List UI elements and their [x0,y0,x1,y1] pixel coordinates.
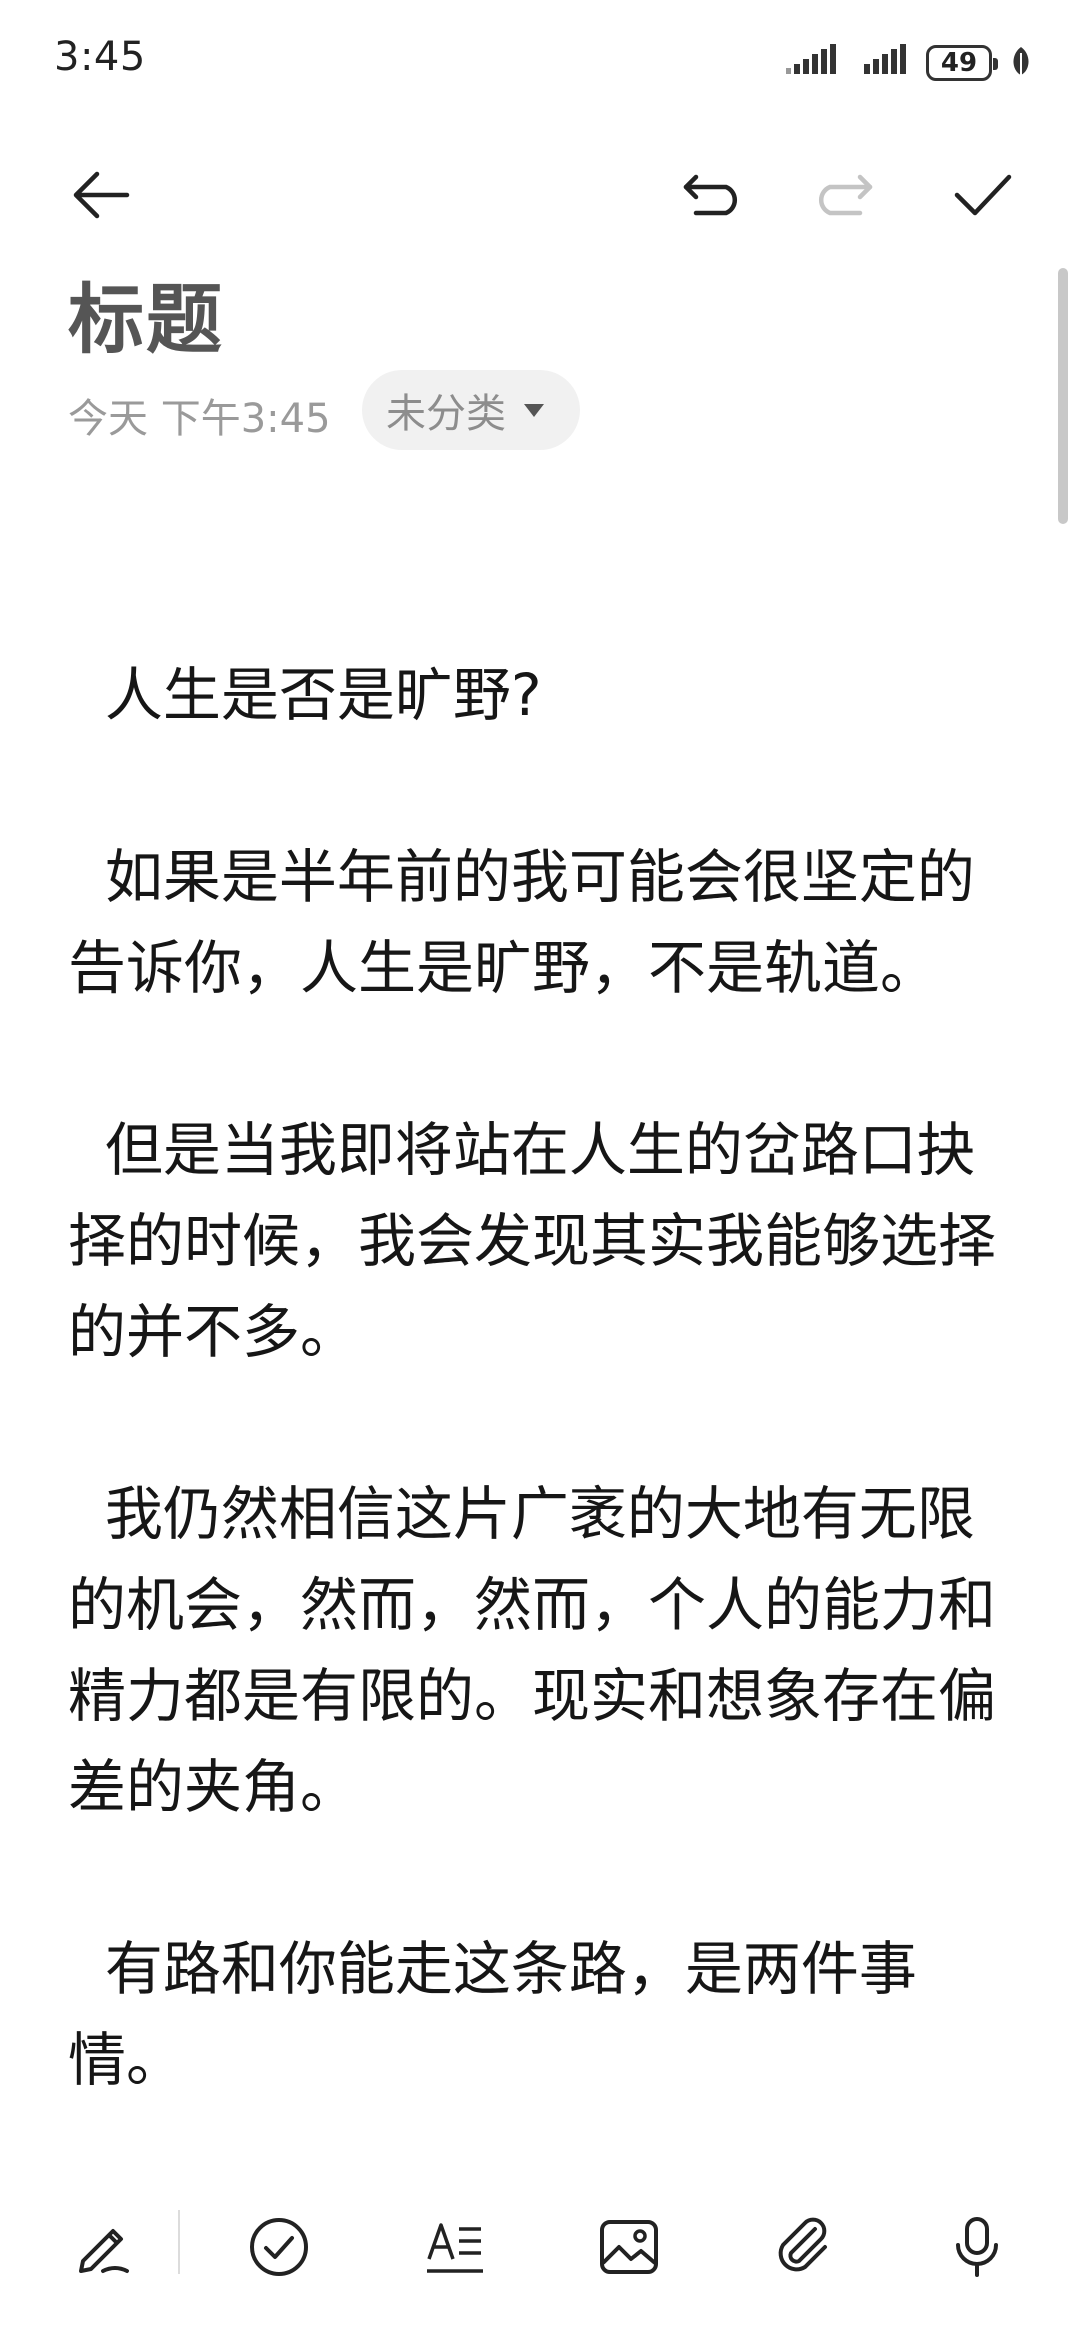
voice-input-button[interactable] [922,2192,1032,2302]
pen-icon [79,2229,129,2273]
checklist-button[interactable] [224,2192,334,2302]
note-date: 今天 下午3:45 [68,396,331,442]
battery-icon: 49 [926,45,998,81]
bottom-toolbar [0,2192,1080,2302]
toolbar-divider [178,2210,180,2274]
arrow-left-icon [73,171,130,219]
attachment-icon [778,2217,827,2272]
signal-icon-1 [786,44,846,82]
checkbox-icon [250,2218,308,2276]
text-format-icon [427,2223,483,2273]
category-label: 未分类 [386,391,506,437]
confirm-button[interactable] [938,150,1028,240]
attachment-button[interactable] [748,2192,858,2302]
microphone-icon [956,2217,998,2277]
note-body[interactable]: 人生是否是旷野? 如果是半年前的我可能会很坚定的告诉你，人生是旷野，不是轨道。 … [68,650,1018,2197]
paragraph: 如果是半年前的我可能会很坚定的告诉你，人生是旷野，不是轨道。 [68,843,975,1002]
paragraph: 但是当我即将站在人生的岔路口抉择的时候，我会发现其实我能够选择的并不多。 [68,1116,997,1366]
redo-icon [819,174,873,216]
leaf-icon [1010,45,1032,81]
status-time: 3:45 [54,34,146,80]
redo-button[interactable] [798,150,888,240]
paragraph: 有路和你能走这条路，是两件事情。 [68,1935,917,2094]
undo-icon [683,174,737,216]
paragraph: 我仍然相信这片广袤的大地有无限的机会，然而，然而，个人的能力和精力都是有限的。现… [68,1480,997,1821]
image-icon [600,2220,658,2274]
category-dropdown[interactable]: 未分类 [362,370,580,450]
scrollbar[interactable] [1058,268,1068,524]
paragraph: 人生是否是旷野? [68,661,542,729]
undo-button[interactable] [668,150,758,240]
insert-image-button[interactable] [574,2192,684,2302]
signal-icon-2 [864,44,908,82]
text-format-button[interactable] [400,2192,510,2302]
handwriting-button[interactable] [48,2192,158,2302]
back-button[interactable] [56,150,146,240]
note-title[interactable]: 标题 [68,258,224,368]
chevron-down-icon [524,403,544,417]
status-icons: 49 [786,40,1032,86]
check-icon [954,174,1012,216]
